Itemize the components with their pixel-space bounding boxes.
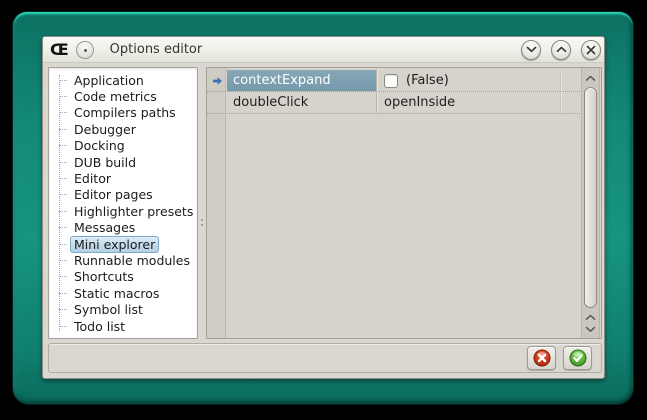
grid-vertical-scrollbar[interactable] — [581, 68, 600, 338]
menu-dot-icon — [84, 49, 87, 52]
minimize-button[interactable] — [521, 40, 541, 60]
row-marker-cell — [207, 70, 227, 91]
window-menu-button[interactable] — [76, 41, 94, 59]
maximize-button[interactable] — [551, 40, 571, 60]
sidebar-item-label: Highlighter presets — [70, 203, 197, 220]
options-editor-dialog: Œ Options editor App — [42, 36, 605, 379]
row-tail-cell — [560, 70, 580, 91]
window-title: Options editor — [110, 42, 203, 57]
window-frame[interactable]: Œ Options editor App — [13, 12, 633, 404]
sidebar-item-label: Messages — [70, 219, 139, 236]
sidebar-item-messages[interactable]: Messages — [59, 220, 195, 236]
blue-right-arrow-icon — [212, 76, 223, 86]
sidebar-item-application[interactable]: Application — [59, 72, 195, 88]
sidebar-item-compilers-paths[interactable]: Compilers paths — [59, 105, 195, 121]
chevron-down-icon — [585, 326, 596, 333]
scroll-down-button[interactable] — [582, 322, 599, 336]
property-name-cell[interactable]: doubleClick — [227, 92, 377, 113]
sidebar-item-code-metrics[interactable]: Code metrics — [59, 88, 195, 104]
sidebar-item-dub-build[interactable]: DUB build — [59, 154, 195, 170]
chevron-up-icon — [585, 314, 596, 321]
sidebar-item-label: Shortcuts — [70, 268, 138, 285]
sidebar-item-label: Application — [70, 72, 148, 89]
property-grid[interactable]: contextExpand (False) doubleClick openIn… — [206, 67, 602, 339]
titlebar[interactable]: Œ Options editor — [43, 37, 604, 63]
window-controls — [521, 40, 601, 60]
property-row[interactable]: doubleClick openInside — [207, 92, 580, 114]
chevron-up-icon — [556, 46, 567, 53]
sidebar-item-editor[interactable]: Editor — [59, 170, 195, 186]
sidebar-item-static-macros[interactable]: Static macros — [59, 285, 195, 301]
property-name-cell[interactable]: contextExpand — [227, 70, 377, 91]
scroll-up-button[interactable] — [582, 71, 599, 85]
sidebar-item-label: Mini explorer — [70, 236, 159, 253]
property-value-text: (False) — [406, 73, 449, 88]
sidebar-item-debugger[interactable]: Debugger — [59, 121, 195, 137]
value-checkbox[interactable] — [384, 74, 398, 88]
sidebar-item-todo-list[interactable]: Todo list — [59, 318, 195, 334]
sidebar-item-editor-pages[interactable]: Editor pages — [59, 187, 195, 203]
sidebar-item-mini-explorer[interactable]: Mini explorer — [59, 236, 195, 252]
sidebar-item-label: Editor — [70, 170, 115, 187]
sidebar-item-label: Debugger — [70, 121, 140, 138]
desktop-background: Œ Options editor App — [0, 0, 647, 420]
chevron-down-icon — [526, 46, 537, 53]
property-row[interactable]: contextExpand (False) — [207, 70, 580, 92]
splitter-handle[interactable] — [198, 67, 206, 339]
property-value-cell[interactable]: (False) — [377, 70, 560, 91]
row-tail-cell — [560, 92, 580, 113]
footer-toolbar — [48, 343, 602, 373]
sidebar-item-label: Docking — [70, 137, 129, 154]
red-cross-icon — [533, 349, 551, 367]
categories-tree[interactable]: Application Code metrics Compilers paths… — [48, 67, 198, 339]
sidebar-item-label: Static macros — [70, 285, 163, 302]
sidebar-item-label: Todo list — [70, 318, 129, 335]
sidebar-item-label: Editor pages — [70, 186, 157, 203]
close-icon — [586, 45, 596, 55]
sidebar-item-label: Compilers paths — [70, 104, 180, 121]
chevron-up-icon — [585, 75, 596, 82]
sidebar-item-shortcuts[interactable]: Shortcuts — [59, 269, 195, 285]
scrollbar-thumb[interactable] — [584, 87, 597, 308]
sidebar-item-label: Runnable modules — [70, 252, 194, 269]
sidebar-item-label: DUB build — [70, 154, 140, 171]
accept-button[interactable] — [563, 346, 592, 370]
sidebar-item-label: Symbol list — [70, 301, 147, 318]
sidebar-item-highlighter-presets[interactable]: Highlighter presets — [59, 203, 195, 219]
close-button[interactable] — [581, 40, 601, 60]
app-logo-icon: Œ — [50, 41, 68, 59]
property-value-cell[interactable]: openInside — [377, 92, 560, 113]
cancel-button[interactable] — [527, 346, 556, 370]
sidebar-item-label: Code metrics — [70, 88, 161, 105]
sidebar-item-symbol-list[interactable]: Symbol list — [59, 301, 195, 317]
sidebar-item-runnable-modules[interactable]: Runnable modules — [59, 252, 195, 268]
row-marker-cell — [207, 92, 227, 113]
property-value-text: openInside — [384, 95, 455, 110]
green-check-icon — [569, 349, 587, 367]
sidebar-item-docking[interactable]: Docking — [59, 138, 195, 154]
